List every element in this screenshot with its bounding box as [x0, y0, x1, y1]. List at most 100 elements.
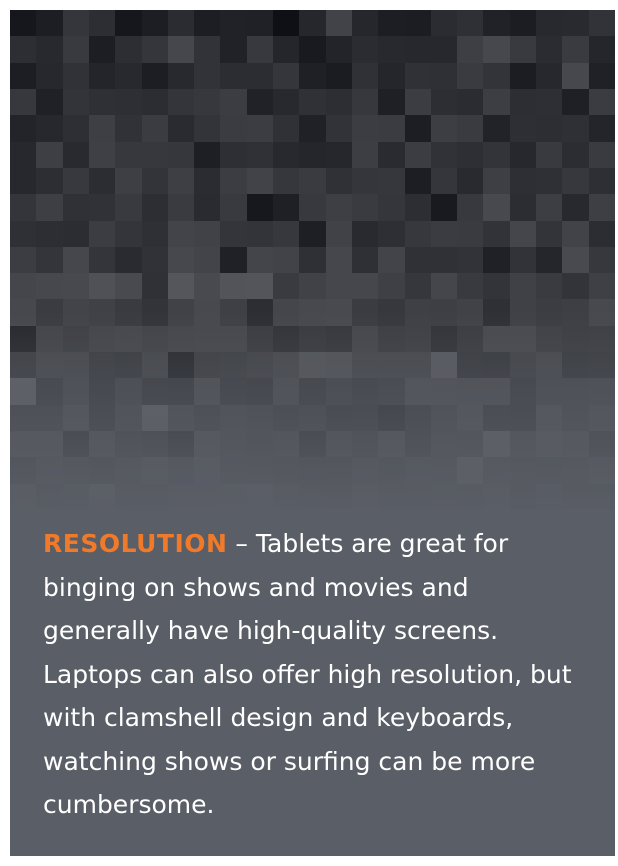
- mosaic-pixel: [167, 62, 195, 89]
- mosaic-pixel: [562, 273, 589, 300]
- mosaic-pixel: [562, 88, 589, 116]
- mosaic-pixel: [194, 10, 221, 37]
- mosaic-pixel: [509, 141, 537, 168]
- mosaic-pixel: [167, 167, 195, 195]
- mosaic-pixel: [141, 194, 168, 221]
- mosaic-pixel: [430, 10, 458, 37]
- card-body: Tablets are great for binging on shows a…: [43, 529, 572, 819]
- mosaic-pixel: [457, 273, 484, 300]
- mosaic-pixel: [457, 141, 484, 168]
- mosaic-pixel: [404, 273, 431, 300]
- mosaic-pixel: [88, 246, 116, 274]
- mosaic-pixel: [299, 36, 326, 63]
- mosaic-pixel: [536, 36, 563, 63]
- mosaic-pixel: [351, 273, 379, 300]
- mosaic-pixel: [10, 167, 37, 195]
- mosaic-pixel: [378, 62, 405, 89]
- mosaic-pixel: [562, 246, 589, 274]
- mosaic-pixel: [10, 220, 37, 247]
- mosaic-pixel: [273, 88, 300, 116]
- mosaic-pixel: [483, 115, 510, 142]
- mosaic-pixel: [141, 220, 168, 247]
- mosaic-pixel: [404, 115, 431, 142]
- mosaic-pixel: [483, 88, 510, 116]
- mosaic-pixel: [273, 246, 300, 274]
- mosaic-pixel: [562, 220, 589, 247]
- mosaic-pixel: [115, 36, 142, 63]
- mosaic-pixel: [536, 115, 563, 142]
- mosaic-pixel: [562, 36, 589, 63]
- mosaic-pixel: [10, 194, 37, 221]
- mosaic-pixel: [325, 273, 352, 300]
- mosaic-pixel: [194, 273, 221, 300]
- mosaic-pixel: [404, 194, 431, 221]
- mosaic-pixel: [536, 246, 563, 274]
- mosaic-pixel: [509, 36, 537, 63]
- card-text: RESOLUTION – Tablets are great for bingi…: [43, 522, 583, 827]
- mosaic-pixel: [325, 220, 352, 247]
- mosaic-pixel: [351, 115, 379, 142]
- mosaic-pixel: [536, 88, 563, 116]
- mosaic-pixel: [141, 36, 168, 63]
- mosaic-pixel: [483, 36, 510, 63]
- mosaic-pixel: [220, 62, 247, 89]
- mosaic-pixel: [299, 167, 326, 195]
- mosaic-pixel: [88, 273, 116, 300]
- mosaic-pixel: [351, 167, 379, 195]
- mosaic-pixel: [457, 115, 484, 142]
- mosaic-pixel: [404, 10, 431, 37]
- mosaic-pixel: [457, 246, 484, 274]
- mosaic-pixel: [246, 246, 274, 274]
- mosaic-pixel: [10, 62, 37, 89]
- mosaic-pixel: [483, 141, 510, 168]
- mosaic-pixel: [562, 62, 589, 89]
- mosaic-pixel: [378, 273, 405, 300]
- mosaic-pixel: [430, 141, 458, 168]
- mosaic-pixel: [220, 220, 247, 247]
- mosaic-pixel: [220, 141, 247, 168]
- mosaic-fade-overlay: [10, 310, 615, 520]
- mosaic-pixel: [562, 167, 589, 195]
- mosaic-pixel: [588, 167, 615, 195]
- mosaic-pixel: [483, 273, 510, 300]
- mosaic-pixel: [536, 220, 563, 247]
- mosaic-pixel: [483, 167, 510, 195]
- mosaic-pixel: [509, 273, 537, 300]
- mosaic-pixel: [115, 246, 142, 274]
- mosaic-pixel: [378, 36, 405, 63]
- mosaic-pixel: [246, 220, 274, 247]
- mosaic-pixel: [588, 220, 615, 247]
- mosaic-pixel: [88, 141, 116, 168]
- mosaic-pixel: [351, 194, 379, 221]
- mosaic-pixel: [141, 246, 168, 274]
- mosaic-pixel: [404, 141, 431, 168]
- mosaic-pixel: [194, 88, 221, 116]
- mosaic-pixel: [167, 273, 195, 300]
- mosaic-pixel: [378, 167, 405, 195]
- mosaic-pixel: [588, 88, 615, 116]
- mosaic-pixel: [62, 62, 89, 89]
- mosaic-pixel: [88, 62, 116, 89]
- mosaic-pixel: [351, 141, 379, 168]
- mosaic-pixel: [62, 10, 89, 37]
- mosaic-pixel: [404, 246, 431, 274]
- mosaic-pixel: [194, 36, 221, 63]
- mosaic-pixel: [404, 36, 431, 63]
- mosaic-pixel: [588, 194, 615, 221]
- mosaic-pixel: [351, 10, 379, 37]
- mosaic-pixel: [246, 167, 274, 195]
- mosaic-pixel: [509, 194, 537, 221]
- mosaic-pixel: [220, 10, 247, 37]
- mosaic-pixel: [430, 246, 458, 274]
- mosaic-pixel: [273, 167, 300, 195]
- mosaic-pixel: [588, 62, 615, 89]
- mosaic-pixel: [430, 194, 458, 221]
- mosaic-pixel: [141, 167, 168, 195]
- mosaic-pixel: [457, 88, 484, 116]
- mosaic-pixel: [167, 115, 195, 142]
- mosaic-pixel: [36, 10, 63, 37]
- mosaic-pixel: [457, 62, 484, 89]
- mosaic-pixel: [483, 10, 510, 37]
- mosaic-pixel: [325, 167, 352, 195]
- mosaic-pixel: [325, 10, 352, 37]
